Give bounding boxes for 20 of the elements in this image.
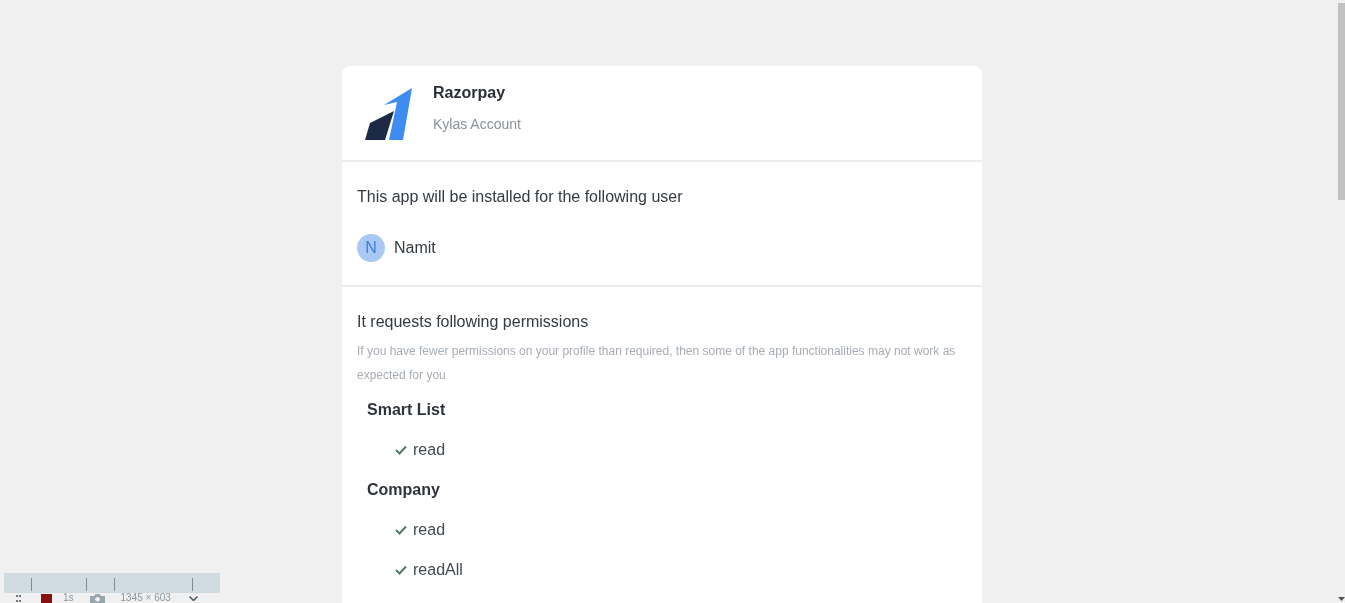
permission-name: read <box>413 440 446 460</box>
size-label: 1345 × 603 <box>120 593 171 603</box>
app-name: Razorpay <box>433 83 507 103</box>
user-name: Namit <box>394 238 436 258</box>
logo-icon <box>364 88 412 141</box>
permission-name: read <box>413 520 446 540</box>
grip-icon[interactable] <box>16 594 21 602</box>
stop-record-icon[interactable] <box>41 593 52 603</box>
install-message: This app will be installed for the following user <box>357 187 684 207</box>
permissions-heading: It requests following permissions <box>357 312 590 332</box>
permission-group-title: Company <box>366 480 441 500</box>
permissions-note: If you have fewer permissions on your profile than required, then some of the app functionalities may not work as expected for you <box>357 343 957 384</box>
avatar: N <box>357 234 385 262</box>
account-name: Kylas Account <box>433 115 521 134</box>
permission-group-title: Smart List <box>366 400 447 420</box>
scrollbar-thumb[interactable] <box>1338 3 1345 200</box>
duration-label: 1s <box>63 593 74 603</box>
chevron-down-icon[interactable] <box>188 595 198 601</box>
permission-name: readAll <box>413 560 463 580</box>
scroll-down-arrow-icon[interactable] <box>1338 597 1345 601</box>
